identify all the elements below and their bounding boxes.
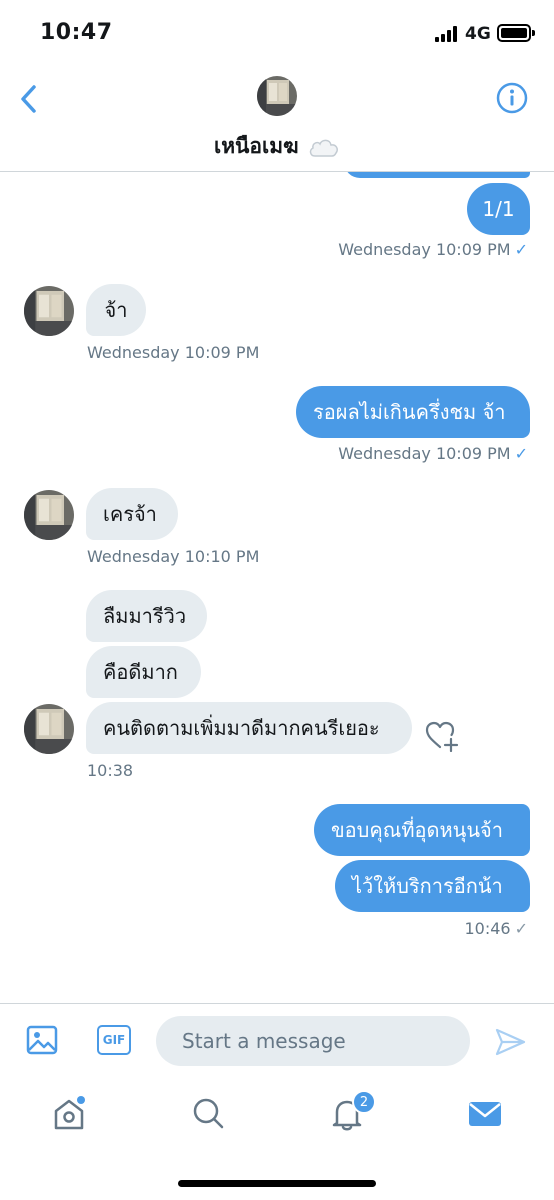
sender-avatar[interactable]	[24, 704, 74, 754]
home-indicator	[178, 1180, 376, 1187]
add-photo-button[interactable]	[26, 1024, 58, 1056]
message-bubble-outgoing[interactable]: ขอบคุณที่อุดหนุนจ้า	[314, 804, 530, 856]
message-input[interactable]	[156, 1016, 470, 1066]
gif-button[interactable]: GIF	[97, 1025, 131, 1055]
add-reaction-button[interactable]	[425, 720, 459, 753]
message-timestamp: Wednesday 10:09 PM	[87, 343, 260, 362]
tab-search[interactable]	[188, 1093, 228, 1133]
message-bubble-incoming[interactable]: คือดีมาก	[86, 646, 201, 698]
message-bubble-incoming[interactable]: คนติดตามเพิ่มมาดีมากคนรีเยอะ	[86, 702, 412, 754]
sender-avatar[interactable]	[24, 286, 74, 336]
battery-icon	[497, 24, 535, 42]
cloud-icon	[309, 139, 338, 157]
info-button[interactable]	[496, 82, 528, 114]
notifications-badge: 2	[352, 1090, 376, 1114]
message-timestamp: 10:46 ✓	[464, 919, 528, 938]
mail-icon	[469, 1102, 501, 1126]
message-text: เครจ้า	[103, 502, 157, 526]
contact-name-text: เหนือเมฆ	[214, 134, 299, 158]
message-text: ขอบคุณที่อุดหนุนจ้า	[331, 818, 503, 842]
status-time: 10:47	[40, 20, 113, 45]
send-button[interactable]	[494, 1026, 526, 1058]
message-bubble-outgoing[interactable]: 1/1	[467, 183, 530, 235]
send-icon	[495, 1028, 526, 1056]
back-button[interactable]	[16, 82, 44, 116]
avatar-photo	[24, 490, 74, 540]
avatar-photo	[24, 704, 74, 754]
message-bubble-incoming[interactable]: เครจ้า	[86, 488, 178, 540]
conversation-header: เหนือเมฆ	[0, 68, 554, 172]
search-icon	[193, 1098, 224, 1129]
read-check-icon: ✓	[514, 240, 528, 259]
image-icon	[26, 1025, 58, 1055]
message-text: 1/1	[482, 197, 515, 221]
message-timestamp: 10:38	[87, 761, 134, 780]
info-icon	[496, 82, 528, 114]
sent-check-icon: ✓	[514, 919, 528, 938]
message-text: ไว้ให้บริการอีกน้า	[352, 874, 503, 898]
message-bubble-incoming[interactable]: ลืมมารีวิว	[86, 590, 207, 642]
message-text: คือดีมาก	[103, 660, 178, 684]
message-bubble-incoming[interactable]: จ้า	[86, 284, 146, 336]
chevron-left-icon	[21, 85, 36, 113]
avatar-photo	[257, 76, 297, 116]
contact-name[interactable]: เหนือเมฆ	[0, 130, 554, 163]
message-timestamp: Wednesday 10:09 PM ✓	[338, 444, 528, 463]
message-bubble-outgoing[interactable]: ไว้ให้บริการอีกน้า	[335, 860, 530, 912]
contact-avatar[interactable]	[257, 76, 297, 116]
message-bubble-outgoing[interactable]	[344, 172, 530, 178]
message-timestamp: Wednesday 10:09 PM ✓	[338, 240, 528, 259]
read-check-icon: ✓	[514, 444, 528, 463]
message-text: ลืมมารีวิว	[103, 604, 187, 628]
tab-home[interactable]	[49, 1093, 89, 1133]
sender-avatar[interactable]	[24, 490, 74, 540]
message-text: คนติดตามเพิ่มมาดีมากคนรีเยอะ	[103, 716, 380, 740]
home-icon	[54, 1096, 85, 1130]
signal-icon	[435, 26, 459, 42]
message-bubble-outgoing[interactable]: รอผลไม่เกินครึ่งชม จ้า	[296, 386, 530, 438]
message-list[interactable]: 1/1 Wednesday 10:09 PM ✓ จ้า Wednesday 10…	[0, 172, 554, 1002]
tab-messages[interactable]	[465, 1093, 505, 1133]
avatar-photo	[24, 286, 74, 336]
status-bar: 10:47 4G	[0, 0, 554, 68]
message-composer: GIF	[0, 1003, 554, 1079]
network-label: 4G	[465, 24, 491, 44]
message-text: จ้า	[104, 298, 128, 322]
message-timestamp: Wednesday 10:10 PM	[87, 547, 260, 566]
heart-add-icon	[425, 721, 459, 753]
message-text: รอผลไม่เกินครึ่งชม จ้า	[313, 400, 506, 424]
